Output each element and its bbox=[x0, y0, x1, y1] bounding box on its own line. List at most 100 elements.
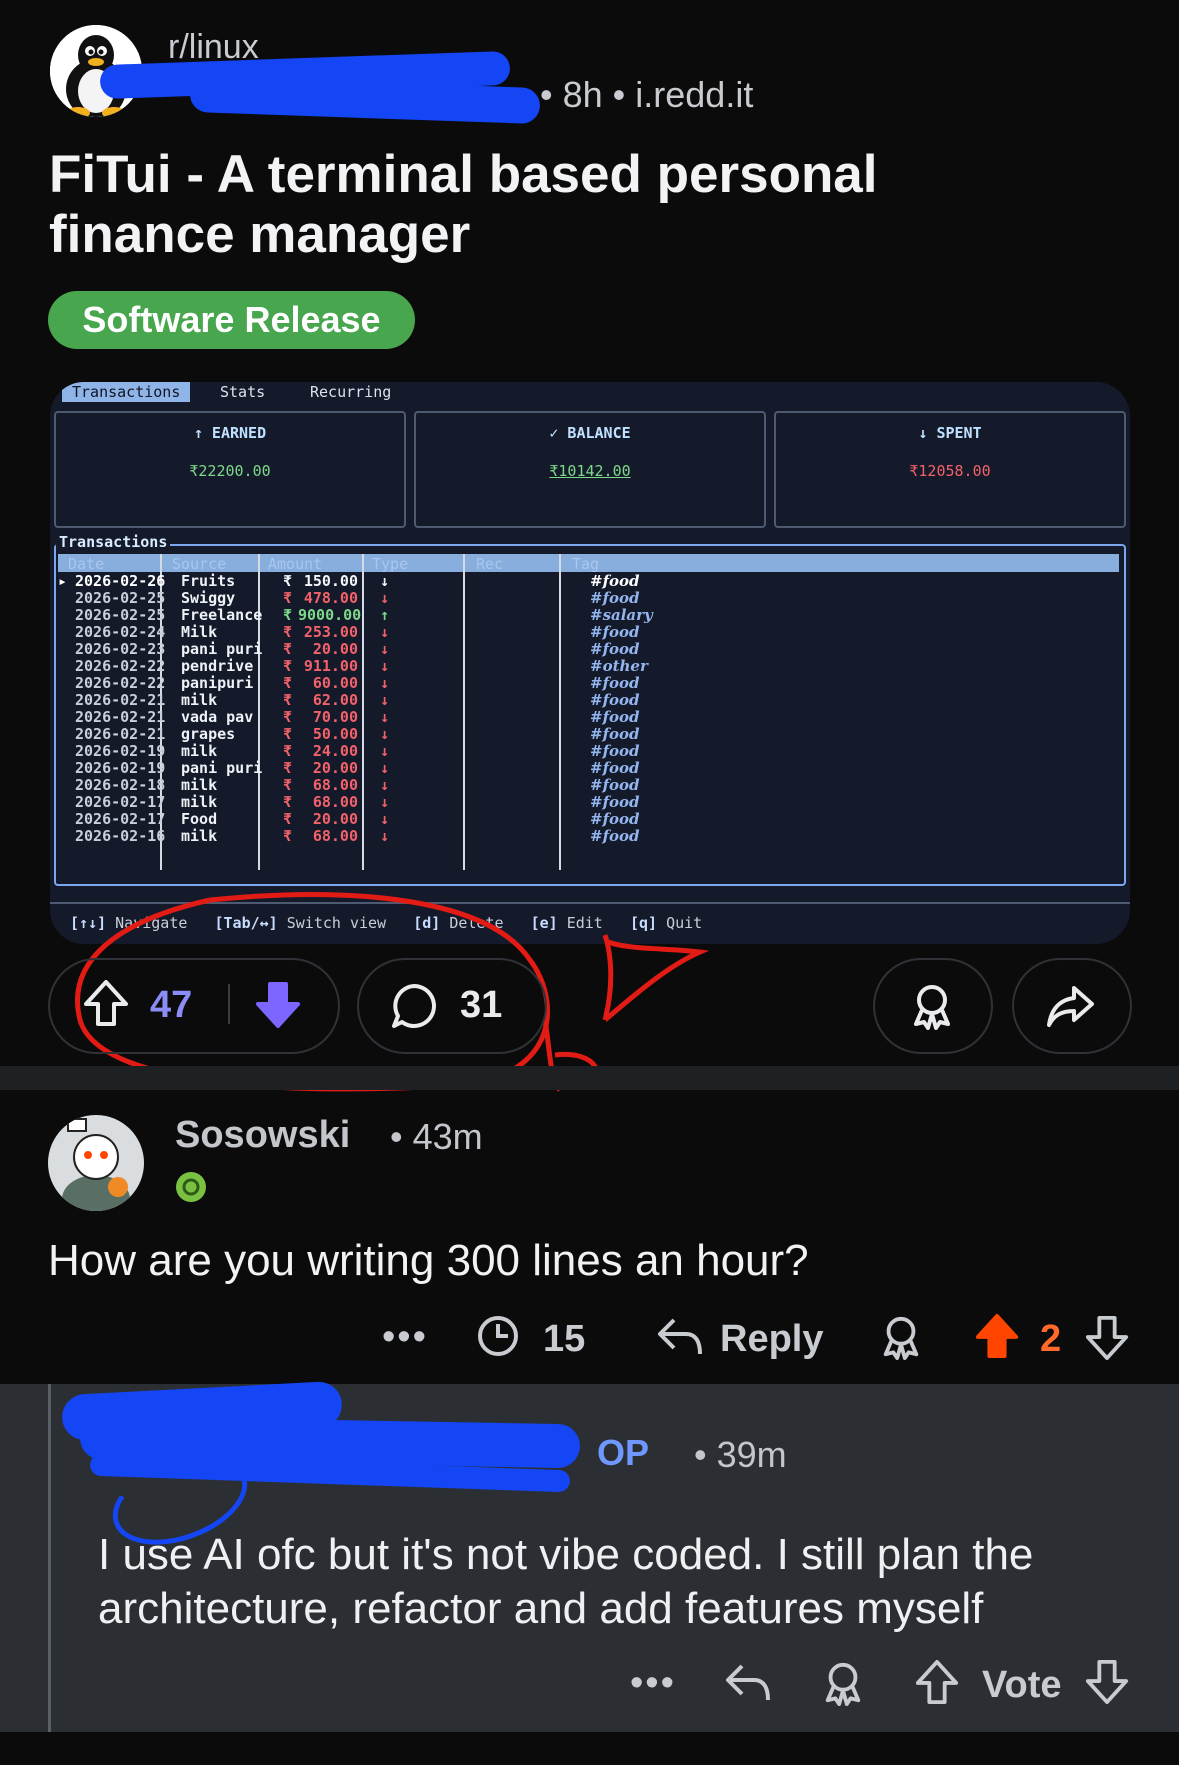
cell-source: milk bbox=[181, 776, 218, 794]
cell-type: ↓ bbox=[380, 827, 390, 845]
cell-date: 2026-02-21 bbox=[75, 708, 166, 726]
cell-date: 2026-02-19 bbox=[75, 742, 166, 760]
cell-amount: 68.00 bbox=[312, 776, 358, 794]
vote-label: Vote bbox=[982, 1664, 1062, 1706]
post-flair[interactable]: Software Release bbox=[48, 291, 415, 349]
cell-source: Swiggy bbox=[181, 589, 236, 607]
cell-date: 2026-02-22 bbox=[75, 657, 166, 675]
reply-icon[interactable] bbox=[724, 1660, 772, 1704]
upvote-icon[interactable] bbox=[82, 978, 130, 1028]
share-icon bbox=[1046, 982, 1094, 1030]
col-rec: Rec bbox=[476, 555, 504, 573]
meta-separator: • bbox=[694, 1434, 717, 1475]
cell-date: 2026-02-22 bbox=[75, 674, 166, 692]
more-options-button[interactable]: ••• bbox=[630, 1662, 676, 1705]
cell-amount: 68.00 bbox=[312, 793, 358, 811]
cell-type: ↓ bbox=[380, 691, 390, 709]
cell-amount: 50.00 bbox=[312, 725, 358, 743]
cell-type: ↓ bbox=[380, 725, 390, 743]
downvote-icon[interactable] bbox=[254, 980, 302, 1030]
cell-currency: ₹ bbox=[283, 640, 293, 658]
reply-actions: ••• Vote bbox=[0, 1658, 1179, 1716]
cell-tag: #food bbox=[590, 589, 640, 607]
earned-label: ↑ EARNED bbox=[193, 424, 267, 442]
comment-score: 2 bbox=[1040, 1318, 1062, 1360]
comment-username[interactable]: Sosowski bbox=[175, 1114, 350, 1157]
cell-currency: ₹ bbox=[283, 572, 293, 590]
cell-type: ↓ bbox=[380, 674, 390, 692]
cell-type: ↓ bbox=[380, 657, 390, 675]
more-options-button[interactable]: ••• bbox=[382, 1316, 428, 1359]
cell-amount: 68.00 bbox=[312, 827, 358, 845]
post-image-terminal[interactable]: Transactions Stats Recurring ↑ EARNED ₹2… bbox=[50, 382, 1130, 944]
cell-amount: 911.00 bbox=[303, 657, 358, 675]
cell-source: milk bbox=[181, 691, 218, 709]
cell-currency: ₹ bbox=[283, 623, 293, 641]
post-age: 8h bbox=[562, 74, 603, 115]
reply-body: I use AI ofc but it's not vibe coded. I … bbox=[98, 1530, 1034, 1633]
cell-amount: 70.00 bbox=[312, 708, 358, 726]
cell-source: Freelance bbox=[181, 606, 263, 624]
downvote-icon[interactable] bbox=[1084, 1658, 1130, 1706]
cell-tag: #food bbox=[590, 640, 640, 658]
post-domain[interactable]: i.redd.it bbox=[635, 74, 753, 115]
cell-currency: ₹ bbox=[283, 589, 293, 607]
cell-tag: #food bbox=[590, 623, 640, 641]
earned-value: ₹22200.00 bbox=[189, 462, 271, 480]
col-tag: Tag bbox=[572, 555, 600, 573]
upvote-icon[interactable] bbox=[914, 1658, 960, 1706]
balance-card: ✓ BALANCE ₹10142.00 bbox=[414, 411, 766, 528]
comment-count: 31 bbox=[460, 984, 503, 1026]
cell-tag: #food bbox=[590, 759, 640, 777]
cell-type: ↓ bbox=[380, 589, 390, 607]
cell-date: 2026-02-18 bbox=[75, 776, 166, 794]
cell-date: 2026-02-16 bbox=[75, 827, 166, 845]
cell-amount: 9000.00 bbox=[298, 606, 362, 624]
cell-source: pani puri bbox=[181, 759, 263, 777]
downvote-icon[interactable] bbox=[1084, 1314, 1130, 1362]
cell-currency: ₹ bbox=[283, 725, 293, 743]
comment-time: 43m bbox=[412, 1116, 483, 1157]
cell-currency: ₹ bbox=[283, 657, 293, 675]
spent-label: ↓ SPENT bbox=[918, 424, 982, 442]
spent-card: ↓ SPENT ₹12058.00 bbox=[774, 411, 1126, 528]
tab-recurring: Recurring bbox=[310, 383, 392, 401]
cell-date: 2026-02-25 bbox=[75, 589, 166, 607]
post-meta: • 8h • i.redd.it bbox=[540, 74, 753, 116]
cell-date: 2026-02-17 bbox=[75, 810, 166, 828]
meta-separator: • bbox=[390, 1116, 413, 1157]
cell-tag: #food bbox=[590, 827, 640, 845]
award-icon[interactable] bbox=[878, 1314, 924, 1360]
award-icon[interactable] bbox=[820, 1660, 866, 1706]
upvote-icon[interactable] bbox=[974, 1312, 1020, 1360]
op-badge: OP bbox=[597, 1432, 650, 1473]
col-source: Source bbox=[172, 555, 227, 573]
comment-actions: ••• 15 Reply 2 bbox=[0, 1308, 1179, 1368]
cell-currency: ₹ bbox=[283, 810, 293, 828]
cell-currency: ₹ bbox=[283, 827, 293, 845]
cell-type: ↓ bbox=[380, 793, 390, 811]
cell-tag: #salary bbox=[590, 606, 653, 624]
cell-tag: #food bbox=[590, 725, 640, 743]
cell-currency: ₹ bbox=[283, 691, 293, 709]
comment-body: How are you writing 300 lines an hour? bbox=[48, 1236, 809, 1285]
comments-button[interactable] bbox=[357, 958, 547, 1054]
comment-age: • 43m bbox=[390, 1116, 483, 1158]
cell-tag: #food bbox=[590, 776, 640, 794]
snoo-avatar-icon bbox=[48, 1115, 144, 1211]
cell-date: 2026-02-21 bbox=[75, 691, 166, 709]
reply-button[interactable]: Reply bbox=[720, 1318, 823, 1361]
award-count: 15 bbox=[543, 1318, 586, 1360]
post-title[interactable]: FiTui - A terminal based personal financ… bbox=[49, 145, 949, 265]
cell-tag: #other bbox=[590, 657, 648, 675]
earned-card: ↑ EARNED ₹22200.00 bbox=[54, 411, 406, 528]
cell-source: milk bbox=[181, 742, 218, 760]
cell-type: ↓ bbox=[380, 759, 390, 777]
cell-amount: 20.00 bbox=[312, 810, 358, 828]
vote-divider bbox=[228, 984, 230, 1024]
cell-date: 2026-02-17 bbox=[75, 793, 166, 811]
cell-currency: ₹ bbox=[283, 674, 293, 692]
cell-tag: #food bbox=[590, 691, 640, 709]
cell-type: ↓ bbox=[380, 572, 390, 590]
user-avatar[interactable] bbox=[48, 1115, 144, 1211]
